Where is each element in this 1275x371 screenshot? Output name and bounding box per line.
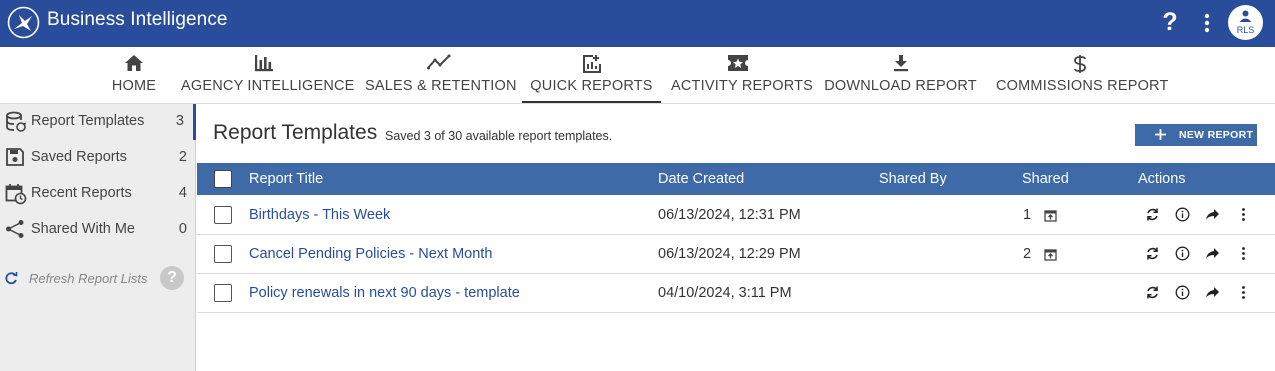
table-header: Report Title Date Created Shared By Shar… xyxy=(197,163,1275,195)
floppy-disk-icon xyxy=(6,148,24,166)
column-header-actions: Actions xyxy=(1138,171,1186,187)
info-icon[interactable] xyxy=(1175,285,1190,300)
more-options-icon[interactable] xyxy=(1198,12,1216,34)
page-subtitle: Saved 3 of 30 available report templates… xyxy=(385,129,613,143)
tab-label: ACTIVITY REPORTS xyxy=(671,78,814,94)
sidebar-item-count: 2 xyxy=(178,149,187,165)
bird-logo-icon[interactable] xyxy=(7,6,40,39)
tab-label: QUICK REPORTS xyxy=(530,78,653,94)
report-title-link[interactable]: Cancel Pending Policies - Next Month xyxy=(249,246,492,262)
table-row: Cancel Pending Policies - Next Month 06/… xyxy=(197,235,1275,274)
report-title-link[interactable]: Policy renewals in next 90 days - templa… xyxy=(249,285,520,301)
sidebar-item-label: Recent Reports xyxy=(31,185,132,201)
date-created: 04/10/2024, 3:11 PM xyxy=(658,285,792,301)
tab-commissions-report[interactable]: COMMISSIONS REPORT xyxy=(996,47,1169,103)
report-title-link[interactable]: Birthdays - This Week xyxy=(249,207,390,223)
tab-activity-reports[interactable]: ACTIVITY REPORTS xyxy=(671,47,814,103)
new-report-label: NEW REPORT xyxy=(1179,129,1254,141)
tab-label: AGENCY INTELLIGENCE xyxy=(181,78,355,94)
info-icon[interactable] xyxy=(1175,246,1190,261)
row-checkbox[interactable] xyxy=(214,284,232,302)
select-all-checkbox[interactable] xyxy=(214,170,232,188)
person-icon xyxy=(1239,10,1252,22)
tab-label: SALES & RETENTION xyxy=(365,78,517,94)
sidebar-item-count: 0 xyxy=(178,221,187,237)
shared-users-icon[interactable] xyxy=(1044,210,1057,222)
app-title: Business Intelligence xyxy=(47,9,228,30)
tab-home[interactable]: HOME xyxy=(97,47,171,103)
help-icon[interactable]: ? xyxy=(1158,8,1182,38)
dollar-icon xyxy=(1073,55,1086,73)
share-arrow-icon[interactable] xyxy=(1205,246,1220,261)
row-checkbox[interactable] xyxy=(214,245,232,263)
column-header-date[interactable]: Date Created xyxy=(658,171,744,187)
share-arrow-icon[interactable] xyxy=(1205,207,1220,222)
column-header-title[interactable]: Report Title xyxy=(249,171,323,187)
plus-icon xyxy=(1155,129,1166,140)
share-arrow-icon[interactable] xyxy=(1205,285,1220,300)
report-add-icon xyxy=(582,55,601,73)
column-header-shared-by[interactable]: Shared By xyxy=(879,171,947,187)
trend-line-icon xyxy=(427,54,451,70)
calendar-clock-icon xyxy=(5,184,27,205)
shared-count: 2 xyxy=(1023,246,1032,262)
tab-download-report[interactable]: DOWNLOAD REPORT xyxy=(824,47,977,103)
refresh-icon xyxy=(5,272,18,285)
new-report-button[interactable]: NEW REPORT xyxy=(1135,124,1257,146)
refresh-label: Refresh Report Lists xyxy=(29,271,148,286)
date-created: 06/13/2024, 12:29 PM xyxy=(658,246,801,262)
bar-chart-icon xyxy=(255,55,273,72)
sidebar-item-saved-reports[interactable]: Saved Reports 2 xyxy=(0,140,196,176)
column-header-shared[interactable]: Shared xyxy=(1022,171,1069,187)
date-created: 06/13/2024, 12:31 PM xyxy=(658,207,801,223)
row-checkbox[interactable] xyxy=(214,206,232,224)
more-options-icon[interactable] xyxy=(1236,207,1251,222)
sidebar-item-report-templates[interactable]: Report Templates 3 xyxy=(0,104,196,140)
database-sync-icon xyxy=(6,111,26,132)
tab-agency-intelligence[interactable]: AGENCY INTELLIGENCE xyxy=(181,47,355,103)
user-initials: RLS xyxy=(1236,25,1255,35)
main-nav: HOME AGENCY INTELLIGENCE SALES & RETENTI… xyxy=(0,47,1275,104)
tab-sales-retention[interactable]: SALES & RETENTION xyxy=(365,47,517,103)
tab-label: HOME xyxy=(111,78,157,94)
tab-label: COMMISSIONS REPORT xyxy=(996,78,1169,94)
home-icon xyxy=(125,55,143,71)
share-nodes-icon xyxy=(6,220,24,238)
sidebar-item-count: 4 xyxy=(178,185,187,201)
tab-label: DOWNLOAD REPORT xyxy=(824,78,977,94)
shared-count: 1 xyxy=(1023,207,1032,223)
sidebar-item-label: Report Templates xyxy=(31,113,145,129)
top-bar: Business Intelligence ? RLS xyxy=(0,0,1275,47)
table-row: Policy renewals in next 90 days - templa… xyxy=(197,274,1275,313)
refresh-icon[interactable] xyxy=(1145,207,1160,222)
refresh-icon[interactable] xyxy=(1145,285,1160,300)
page-title: Report Templates xyxy=(213,121,378,144)
sidebar-item-recent-reports[interactable]: Recent Reports 4 xyxy=(0,176,196,212)
sidebar-item-shared-with-me[interactable]: Shared With Me 0 xyxy=(0,212,196,248)
sidebar: Report Templates 3 Saved Reports 2 Recen… xyxy=(0,104,196,371)
more-options-icon[interactable] xyxy=(1236,285,1251,300)
download-icon xyxy=(893,55,908,72)
sidebar-item-count: 3 xyxy=(175,113,184,129)
sidebar-item-label: Saved Reports xyxy=(31,149,127,165)
refresh-report-lists[interactable]: Refresh Report Lists ? xyxy=(0,264,196,294)
sidebar-item-label: Shared With Me xyxy=(31,221,135,237)
help-icon[interactable]: ? xyxy=(160,266,184,290)
info-icon[interactable] xyxy=(1175,207,1190,222)
table-row: Birthdays - This Week 06/13/2024, 12:31 … xyxy=(197,196,1275,235)
shared-users-icon[interactable] xyxy=(1044,249,1057,261)
ticket-star-icon xyxy=(728,55,748,71)
more-options-icon[interactable] xyxy=(1236,246,1251,261)
user-avatar[interactable]: RLS xyxy=(1228,5,1263,40)
refresh-icon[interactable] xyxy=(1145,246,1160,261)
tab-quick-reports[interactable]: QUICK REPORTS xyxy=(522,47,661,103)
